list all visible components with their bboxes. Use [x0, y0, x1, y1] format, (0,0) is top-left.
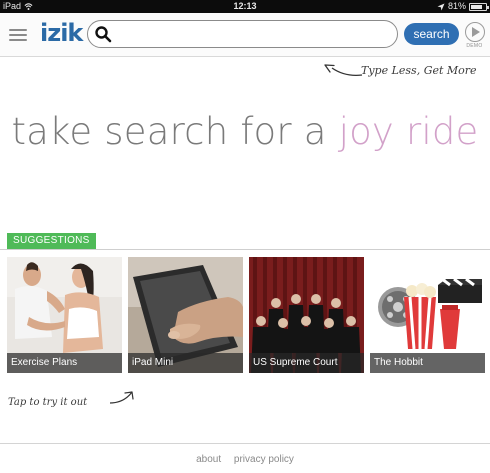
- suggestion-label: iPad Mini: [128, 353, 243, 373]
- status-time: 12:13: [233, 1, 257, 11]
- search-input[interactable]: [114, 25, 392, 43]
- suggestion-tile-supreme-court[interactable]: US Supreme Court: [249, 257, 364, 373]
- curved-arrow-icon: [109, 391, 134, 404]
- suggestion-label: US Supreme Court: [249, 353, 364, 373]
- header-bar: izik search DEMO: [0, 13, 490, 57]
- demo-button[interactable]: DEMO: [463, 22, 486, 52]
- suggestion-label: The Hobbit: [370, 353, 485, 373]
- status-bar: iPad 12:13 81%: [0, 0, 490, 13]
- status-right: 81%: [437, 0, 489, 13]
- tap-hint: Tap to try it out: [8, 397, 88, 408]
- izik-logo[interactable]: izik: [40, 19, 83, 47]
- suggestion-tile-the-hobbit[interactable]: The Hobbit: [370, 257, 485, 373]
- search-icon: [95, 26, 112, 43]
- about-link[interactable]: about: [196, 454, 221, 465]
- demo-play-icon: [464, 22, 485, 42]
- location-icon: [437, 3, 445, 10]
- curved-arrow-icon: [324, 64, 363, 76]
- hero-accent: joy ride: [338, 110, 479, 153]
- battery-fill: [471, 4, 482, 9]
- privacy-policy-link[interactable]: privacy policy: [234, 454, 294, 465]
- battery-percent: 81%: [447, 1, 466, 11]
- search-button[interactable]: search: [404, 23, 459, 45]
- suggestions-divider: [0, 249, 490, 250]
- suggestion-tile-exercise[interactable]: Exercise Plans: [7, 257, 122, 373]
- footer: about privacy policy: [0, 454, 490, 465]
- footer-divider: [0, 443, 490, 444]
- suggestion-label: Exercise Plans: [7, 353, 122, 373]
- suggestions-row: Exercise Plans iPad Mini US Supreme Cour…: [7, 257, 487, 373]
- suggestions-heading: SUGGESTIONS: [7, 233, 96, 249]
- demo-label: DEMO: [466, 43, 483, 49]
- hero-main: take search for a: [11, 110, 339, 153]
- battery-icon: [469, 2, 489, 11]
- suggestion-tile-ipad-mini[interactable]: iPad Mini: [128, 257, 243, 373]
- search-box[interactable]: [87, 20, 398, 48]
- tagline: Type Less, Get More: [361, 64, 477, 77]
- hero-headline: take search for a joy ride: [0, 110, 490, 153]
- menu-icon[interactable]: [9, 29, 27, 42]
